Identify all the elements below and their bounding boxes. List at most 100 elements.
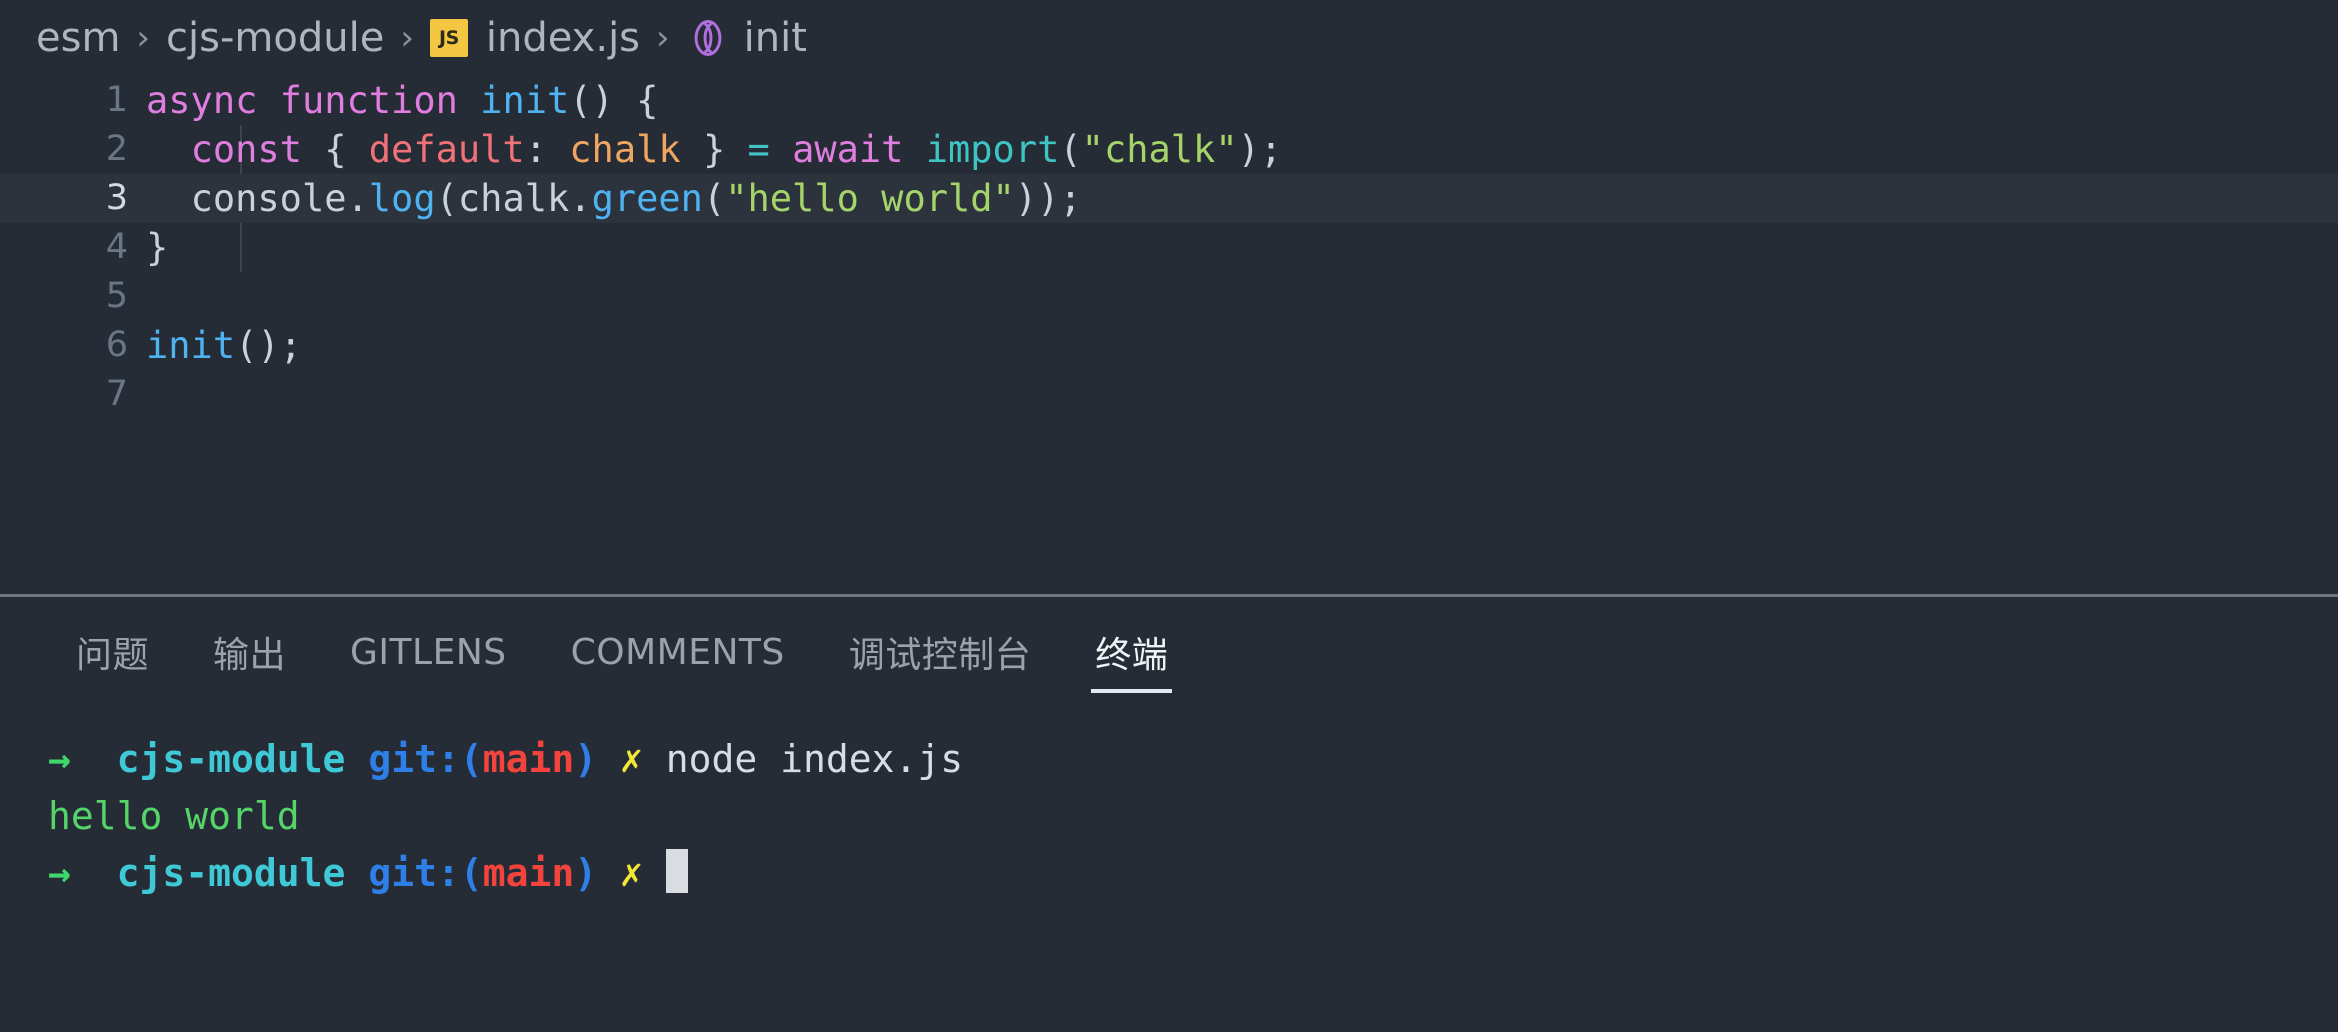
code-token: "chalk" [1081, 128, 1238, 171]
terminal-segment: cjs-module [93, 737, 346, 781]
breadcrumb: esm › cjs-module › JS index.js › init [0, 0, 2338, 76]
code-token: default [368, 128, 525, 171]
panel-tab-label: GITLENS [350, 631, 507, 673]
terminal-segment: main [482, 737, 575, 781]
breadcrumb-separator-icon: › [136, 18, 151, 58]
breadcrumb-item-folder-esm[interactable]: esm [36, 15, 120, 61]
js-file-icon: JS [429, 19, 468, 57]
terminal-segment: → [48, 851, 94, 895]
code-token: ); [1237, 128, 1283, 171]
bottom-panel: 问题 输出 GITLENS COMMENTS 调试控制台 终端 → cjs-module … [0, 597, 2338, 1032]
line-number: 6 [105, 325, 128, 365]
code-token: . [346, 177, 369, 220]
terminal-segment: git:( [345, 851, 483, 895]
code-line-text: async function init() { [146, 76, 2338, 125]
code-token: await [792, 128, 904, 171]
code-token: )); [1014, 177, 1082, 220]
code-token: = [747, 128, 770, 171]
symbol-function-icon [686, 16, 730, 60]
code-line[interactable]: 7 [0, 370, 2338, 419]
terminal-segment: hello world [48, 794, 300, 838]
terminal-segment: ✗ [597, 851, 666, 895]
breadcrumb-label: init [743, 15, 807, 61]
panel-tab[interactable]: 终端 [1063, 597, 1200, 707]
code-token: (); [235, 324, 302, 367]
code-token: function [279, 79, 458, 122]
panel-tab-label: 调试控制台 [848, 635, 1032, 676]
code-line[interactable]: 1 async function init() { [0, 76, 2338, 125]
code-editor[interactable]: 1 async function init() {2 const { defaul… [0, 76, 2338, 594]
panel-tab[interactable]: 输出 [181, 597, 318, 707]
code-token: ( [702, 177, 726, 220]
terminal-prompt-line: → cjs-module git:(main) ✗ [48, 845, 2338, 902]
panel-tab[interactable]: GITLENS [318, 597, 539, 707]
terminal-segment: git:( [345, 737, 483, 781]
terminal-segment: ) [574, 737, 598, 781]
breadcrumb-separator-icon: › [400, 18, 414, 58]
terminal-prompt-line: → cjs-module git:(main) ✗ node index.js [48, 731, 2338, 788]
code-token: log [368, 177, 436, 220]
code-token: chalk [569, 128, 681, 171]
breadcrumb-item-file-index-js[interactable]: JS index.js [429, 15, 641, 61]
code-token: console [190, 177, 347, 220]
panel-tab-label: 问题 [76, 635, 150, 676]
code-line[interactable]: 2 const { default: chalk } = await impor… [0, 125, 2338, 174]
code-token: "hello world" [725, 177, 1015, 220]
code-line-text: console.log(chalk.green("hello world")); [146, 174, 2338, 223]
code-line-text: } [146, 223, 2338, 272]
code-line[interactable]: 3 console.log(chalk.green("hello world")… [0, 174, 2338, 223]
code-line[interactable]: 4} [0, 223, 2338, 272]
terminal-output[interactable]: → cjs-module git:(main) ✗ node index.js h… [0, 707, 2338, 1032]
code-token: ( [1059, 128, 1082, 171]
code-token: import [925, 128, 1060, 171]
panel-tab-label: 输出 [213, 635, 287, 676]
line-number: 4 [105, 227, 128, 267]
terminal-cursor [665, 849, 688, 893]
code-line[interactable]: 6 init(); [0, 321, 2338, 370]
terminal-segment: main [482, 851, 575, 895]
breadcrumb-label: index.js [485, 15, 641, 61]
code-token: init [480, 79, 570, 122]
code-token: const [190, 128, 302, 171]
panel-tab[interactable]: 问题 [44, 597, 181, 707]
code-line[interactable]: 5 [0, 272, 2338, 321]
terminal-segment: ) [574, 851, 598, 895]
code-token: . [569, 177, 592, 220]
terminal-segment: cjs-module [93, 851, 346, 895]
panel-tab-label: 终端 [1095, 635, 1169, 676]
panel-tab-bar: 问题 输出 GITLENS COMMENTS 调试控制台 终端 [0, 597, 2338, 707]
code-token: init [146, 324, 236, 367]
terminal-segment: → [48, 737, 94, 781]
panel-tab-label: COMMENTS [570, 631, 785, 673]
breadcrumb-label: esm [36, 15, 121, 61]
line-number: 7 [105, 374, 128, 414]
line-number: 3 [105, 178, 128, 218]
code-token: green [591, 177, 703, 220]
code-token: async [146, 79, 258, 122]
code-token: () { [569, 79, 659, 122]
terminal-segment: node index.js [665, 737, 964, 781]
code-token: ( [435, 177, 458, 220]
code-line-text: init(); [146, 321, 2338, 370]
breadcrumb-item-symbol-init[interactable]: init [686, 15, 807, 61]
code-line-text: const { default: chalk } = await import(… [146, 125, 2338, 174]
panel-tab[interactable]: 调试控制台 [817, 597, 1064, 707]
breadcrumb-item-folder-cjs-module[interactable]: cjs-module [166, 15, 384, 61]
code-token: : [524, 128, 570, 171]
code-token: } [680, 128, 748, 171]
line-number: 2 [105, 129, 128, 169]
line-number: 5 [105, 276, 128, 316]
code-lines: 1 async function init() {2 const { defaul… [0, 76, 2338, 419]
code-token: } [146, 226, 169, 269]
panel-tab[interactable]: COMMENTS [539, 597, 817, 707]
line-number: 1 [105, 80, 128, 120]
breadcrumb-label: cjs-module [166, 15, 385, 61]
code-token: { [301, 128, 369, 171]
terminal-output-line: hello world [48, 788, 2338, 845]
